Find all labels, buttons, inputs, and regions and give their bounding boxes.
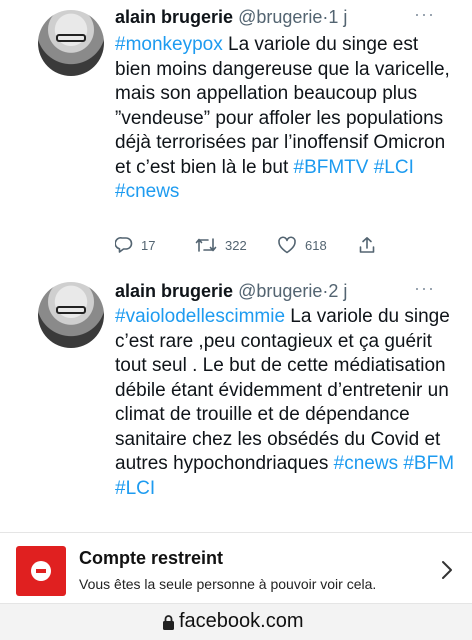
tweet: alain brugerie @brugerie·1 j ··· #monkey…	[0, 0, 472, 268]
restricted-icon	[16, 546, 66, 596]
author-handle[interactable]: @brugerie	[238, 281, 322, 301]
author-handle[interactable]: @brugerie	[238, 7, 322, 27]
hashtag[interactable]: #monkeypox	[115, 34, 223, 55]
tweet: alain brugerie @brugerie·2 j ··· #vaiolo…	[0, 268, 472, 532]
tweet-header: alain brugerie @brugerie·1 j	[115, 6, 347, 28]
retweet-button[interactable]: 322	[195, 236, 247, 254]
reply-icon	[115, 237, 133, 253]
avatar[interactable]	[38, 10, 104, 76]
hashtag[interactable]: #vaiolodellescimmie	[115, 306, 285, 327]
tweet-text: #monkeypox La variole du singe est bien …	[115, 33, 455, 205]
retweet-count: 322	[225, 237, 247, 253]
browser-address-bar[interactable]: facebook.com	[0, 604, 472, 640]
tweet-text: #vaiolodellescimmie La variole du singe …	[115, 305, 455, 501]
restricted-account-banner[interactable]: Compte restreint Vous êtes la seule pers…	[0, 532, 472, 604]
author-name[interactable]: alain brugerie	[115, 281, 233, 301]
banner-title: Compte restreint	[79, 548, 224, 568]
share-button[interactable]	[358, 236, 376, 254]
lock-icon	[163, 615, 174, 630]
hashtag[interactable]: #cnews	[334, 453, 398, 474]
tweet-actions: 17 322 618	[115, 236, 415, 258]
url-text[interactable]: facebook.com	[179, 610, 304, 633]
reply-button[interactable]: 17	[115, 236, 155, 254]
hashtag[interactable]: #LCI	[115, 478, 155, 499]
share-icon	[359, 237, 375, 253]
like-button[interactable]: 618	[277, 236, 327, 254]
more-options-icon[interactable]: ···	[414, 278, 435, 299]
text-segment: La variole du singe c’est rare ,peu cont…	[115, 306, 450, 474]
like-icon	[278, 236, 296, 254]
retweet-icon	[195, 238, 217, 252]
hashtag[interactable]: #BFM	[403, 453, 454, 474]
chevron-right-icon[interactable]	[441, 560, 453, 580]
avatar[interactable]	[38, 282, 104, 348]
timestamp[interactable]: 2 j	[328, 281, 347, 301]
more-options-icon[interactable]: ···	[414, 4, 435, 25]
restricted-icon-bar	[36, 569, 46, 573]
banner-subtitle: Vous êtes la seule personne à pouvoir vo…	[79, 576, 377, 592]
timestamp[interactable]: 1 j	[328, 7, 347, 27]
author-name[interactable]: alain brugerie	[115, 7, 233, 27]
reply-count: 17	[141, 237, 156, 253]
hashtag[interactable]: #BFMTV	[294, 157, 369, 178]
hashtag[interactable]: #cnews	[115, 181, 179, 202]
avatar-glasses	[56, 34, 86, 42]
like-count: 618	[305, 237, 327, 253]
hashtag[interactable]: #LCI	[374, 157, 414, 178]
tweet-header: alain brugerie @brugerie·2 j	[115, 280, 347, 302]
avatar-glasses	[56, 306, 86, 314]
